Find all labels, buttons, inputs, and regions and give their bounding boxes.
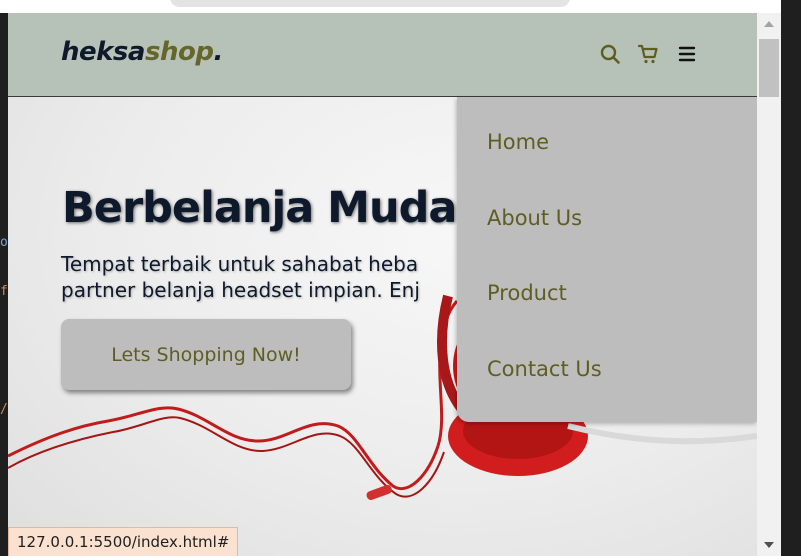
menu-item-contact-us[interactable]: Contact Us xyxy=(487,357,602,381)
page-scrollbar[interactable] xyxy=(757,13,781,556)
scrollbar-thumb[interactable] xyxy=(759,39,779,97)
cart-icon[interactable] xyxy=(637,43,659,65)
brand-logo-part: heksa xyxy=(61,37,145,67)
editor-text-fragment: o xyxy=(0,235,8,250)
editor-text-fragment: / xyxy=(0,402,8,417)
scroll-up-icon[interactable] xyxy=(764,21,774,27)
window-edge xyxy=(781,0,801,556)
hamburger-menu-icon[interactable] xyxy=(676,43,698,65)
lets-shopping-button[interactable]: Lets Shopping Now! xyxy=(61,319,351,390)
menu-item-home[interactable]: Home xyxy=(487,130,549,154)
editor-pane-edge: o f / xyxy=(0,13,8,556)
brand-logo-part: . xyxy=(213,37,223,67)
nav-dropdown-menu: Home About Us Product Contact Us xyxy=(457,97,757,422)
brand-logo-part: shop xyxy=(144,37,214,67)
scroll-down-icon[interactable] xyxy=(764,542,774,548)
link-status-bar: 127.0.0.1:5500/index.html# xyxy=(8,527,239,556)
search-icon[interactable] xyxy=(599,43,621,65)
brand-logo[interactable]: heksashop. xyxy=(61,37,223,67)
navbar: heksashop. xyxy=(8,13,757,97)
page-viewport: Berbelanja Mudah d Tempat terbaik untuk … xyxy=(8,13,757,556)
browser-top-strip xyxy=(0,0,801,13)
menu-item-about-us[interactable]: About Us xyxy=(487,206,582,230)
editor-text-fragment: f xyxy=(0,284,8,299)
menu-item-product[interactable]: Product xyxy=(487,281,567,305)
address-bar-edge[interactable] xyxy=(170,0,570,7)
